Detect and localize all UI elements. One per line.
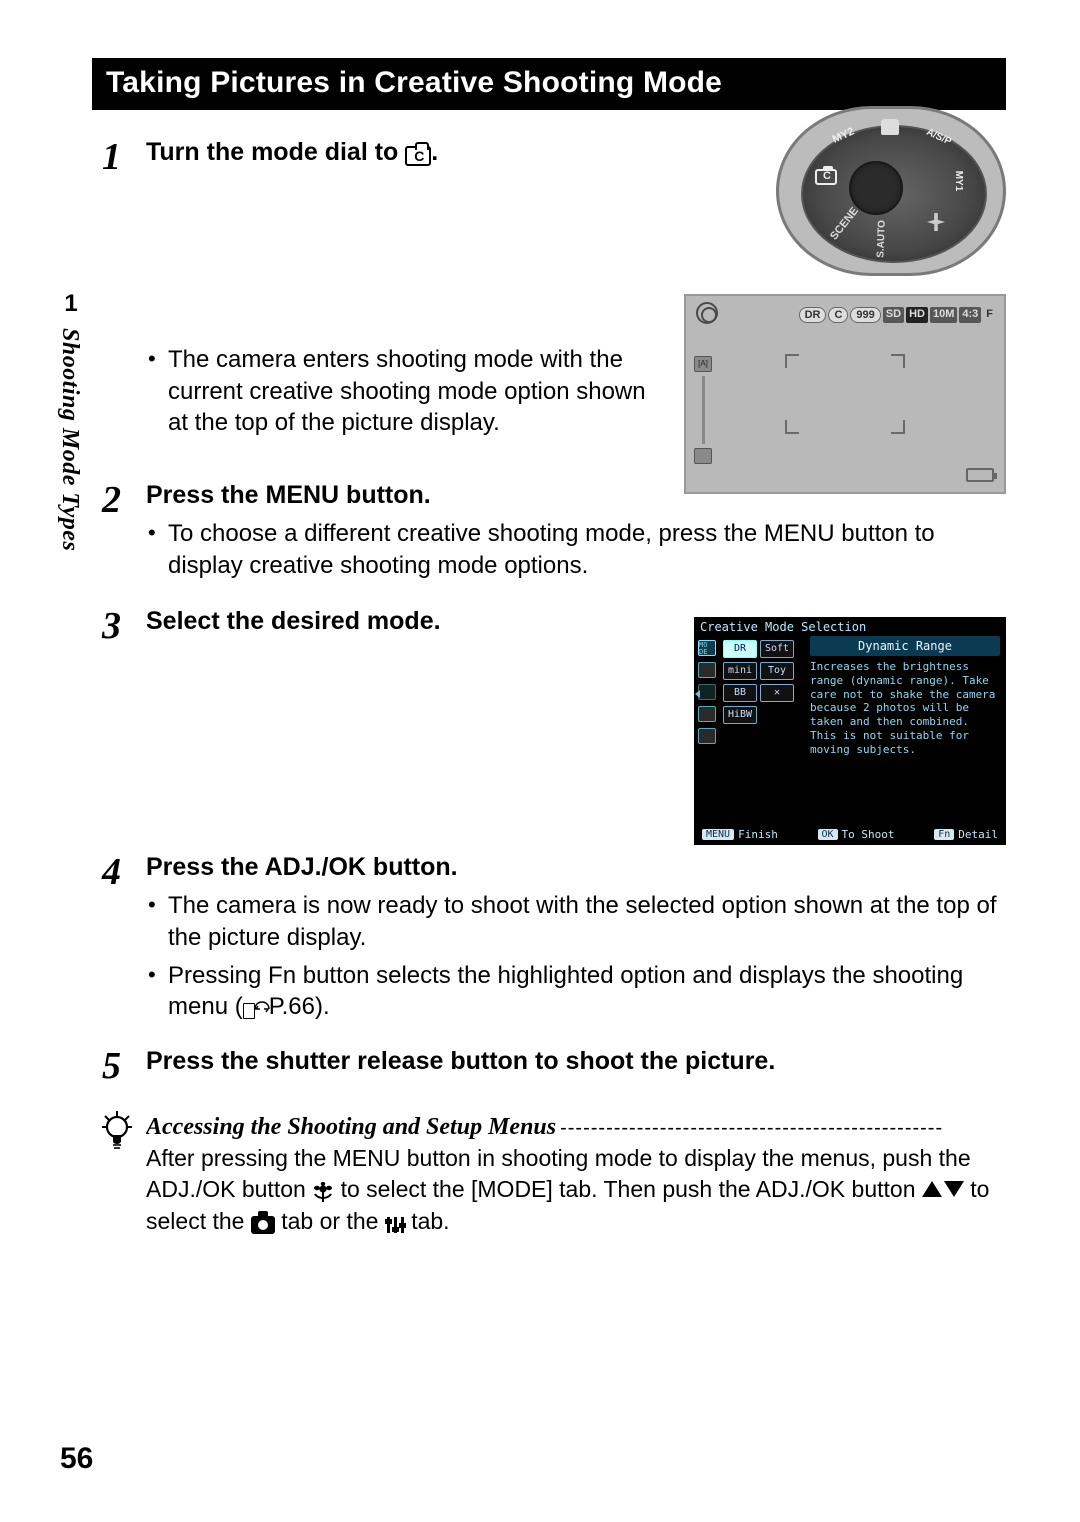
creative-mode-menu-figure: Creative Mode Selection MO DE DR Soft mi… xyxy=(694,617,1006,845)
mode-dial-figure: C SCENE S.AUTO MY1 A/S/P MY2 xyxy=(776,106,1006,276)
step-1-heading-pre: Turn the mode dial to xyxy=(146,138,405,166)
step-number-4: 4 xyxy=(102,851,146,891)
mode-cell-toy: Toy xyxy=(760,662,794,680)
step-number-5: 5 xyxy=(102,1045,146,1085)
lcd-fine-tag: F xyxy=(983,307,996,323)
step-4-heading: Press the ADJ./OK button. xyxy=(146,851,1006,884)
lcd-leftbar-top: [A] xyxy=(694,356,712,372)
menu-footer-menu-btn: MENU xyxy=(702,829,734,840)
menu-tab-shooting xyxy=(698,662,716,678)
page-number: 56 xyxy=(60,1442,93,1476)
mode-cell-mini: mini xyxy=(723,662,757,680)
lcd-burst-icon xyxy=(696,302,718,324)
menu-tab-playback xyxy=(698,728,716,744)
lcd-hd-tag: HD xyxy=(906,307,928,323)
step-1-bullet: The camera enters shooting mode with the… xyxy=(146,344,666,439)
lcd-focus-brackets xyxy=(785,354,905,434)
dial-hand-icon xyxy=(873,119,907,143)
lcd-battery-icon xyxy=(966,468,994,482)
mode-cell-dr: DR xyxy=(723,640,757,658)
mode-cell-soft: Soft xyxy=(760,640,794,658)
section-title: Taking Pictures in Creative Shooting Mod… xyxy=(92,58,1006,110)
side-section-number: 1 xyxy=(56,290,86,318)
lcd-preview-figure: DR C 999 SD HD 10M 4:3 F [A] xyxy=(684,294,1006,494)
tip-text-mid1: to select the [MODE] tab. Then push the … xyxy=(334,1176,922,1202)
step-number-2: 2 xyxy=(102,479,146,519)
dial-creative-icon: C xyxy=(809,169,843,193)
dial-my1-label: MY1 xyxy=(940,164,964,198)
lcd-dr-tag: DR xyxy=(799,307,827,323)
side-section-name: Shooting Mode Types xyxy=(56,328,83,551)
camera-tab-icon xyxy=(251,1216,275,1234)
menu-side-tabs: MO DE xyxy=(694,636,720,824)
tip-bulb-icon xyxy=(102,1111,146,1156)
page-reference-icon xyxy=(243,1001,269,1019)
step-4-page-ref: P.66 xyxy=(269,993,315,1020)
lcd-sd-tag: SD xyxy=(883,307,904,323)
mode-cell-xprocess: ✕ xyxy=(760,684,794,702)
tip-heading-dashes: ----------------------------------------… xyxy=(556,1115,1006,1142)
lcd-c-tag: C xyxy=(828,307,848,323)
tip-text: After pressing the MENU button in shooti… xyxy=(146,1143,1006,1237)
step-number-3: 3 xyxy=(102,605,146,645)
lcd-size-tag: 10M xyxy=(930,307,957,323)
step-4-bullet-1: The camera is now ready to shoot with th… xyxy=(146,890,1006,953)
menu-footer-ok-btn: OK xyxy=(818,829,838,840)
down-triangle-icon xyxy=(944,1181,964,1197)
tip-text-or: tab or the xyxy=(275,1208,385,1234)
menu-tab-keycustom xyxy=(698,684,716,700)
menu-footer-to-shoot: To Shoot xyxy=(842,828,895,841)
lcd-ev-bar: [A] xyxy=(694,356,712,466)
mode-cell-bb: BB xyxy=(723,684,757,702)
menu-desc-title: Dynamic Range xyxy=(810,636,1000,656)
lcd-count-tag: 999 xyxy=(850,307,880,323)
step-5-heading: Press the shutter release button to shoo… xyxy=(146,1045,1006,1078)
menu-mode-grid: DR Soft mini Toy BB ✕ HiBW xyxy=(720,636,804,824)
lcd-leftbar-bot xyxy=(694,448,712,464)
menu-footer-detail: Detail xyxy=(958,828,998,841)
setup-tab-icon xyxy=(385,1215,405,1235)
menu-footer-finish: Finish xyxy=(738,828,778,841)
step-1-heading-post: . xyxy=(431,138,438,166)
menu-header: Creative Mode Selection xyxy=(694,617,1006,636)
step-2-bullet: To choose a different creative shooting … xyxy=(146,518,1006,581)
dial-sauto-label: S.AUTO xyxy=(875,224,900,259)
menu-tab-mode: MO DE xyxy=(698,640,716,656)
step-3-heading: Select the desired mode. xyxy=(146,605,676,638)
step-number-1: 1 xyxy=(102,136,146,176)
step-4-bullet-2-post: ). xyxy=(315,993,330,1020)
step-1-heading: Turn the mode dial to C. xyxy=(146,136,746,169)
dial-tool-icon xyxy=(919,213,953,237)
mode-cell-bw: HiBW xyxy=(723,706,757,724)
step-4-bullet-2: Pressing Fn button selects the highlight… xyxy=(146,960,1006,1023)
creative-mode-dial-icon: C xyxy=(405,146,431,166)
tip-text-post: tab. xyxy=(405,1208,450,1234)
lcd-ratio-tag: 4:3 xyxy=(959,307,981,323)
macro-flower-icon xyxy=(312,1176,334,1207)
spacer xyxy=(102,344,146,346)
up-triangle-icon xyxy=(922,1181,942,1197)
side-section-label: 1 Shooting Mode Types xyxy=(56,290,86,790)
menu-desc-text: Increases the brightness range (dynamic … xyxy=(810,660,1000,756)
tip-heading: Accessing the Shooting and Setup Menus xyxy=(146,1111,556,1143)
menu-footer-fn-btn: Fn xyxy=(934,829,954,840)
menu-tab-setup xyxy=(698,706,716,722)
